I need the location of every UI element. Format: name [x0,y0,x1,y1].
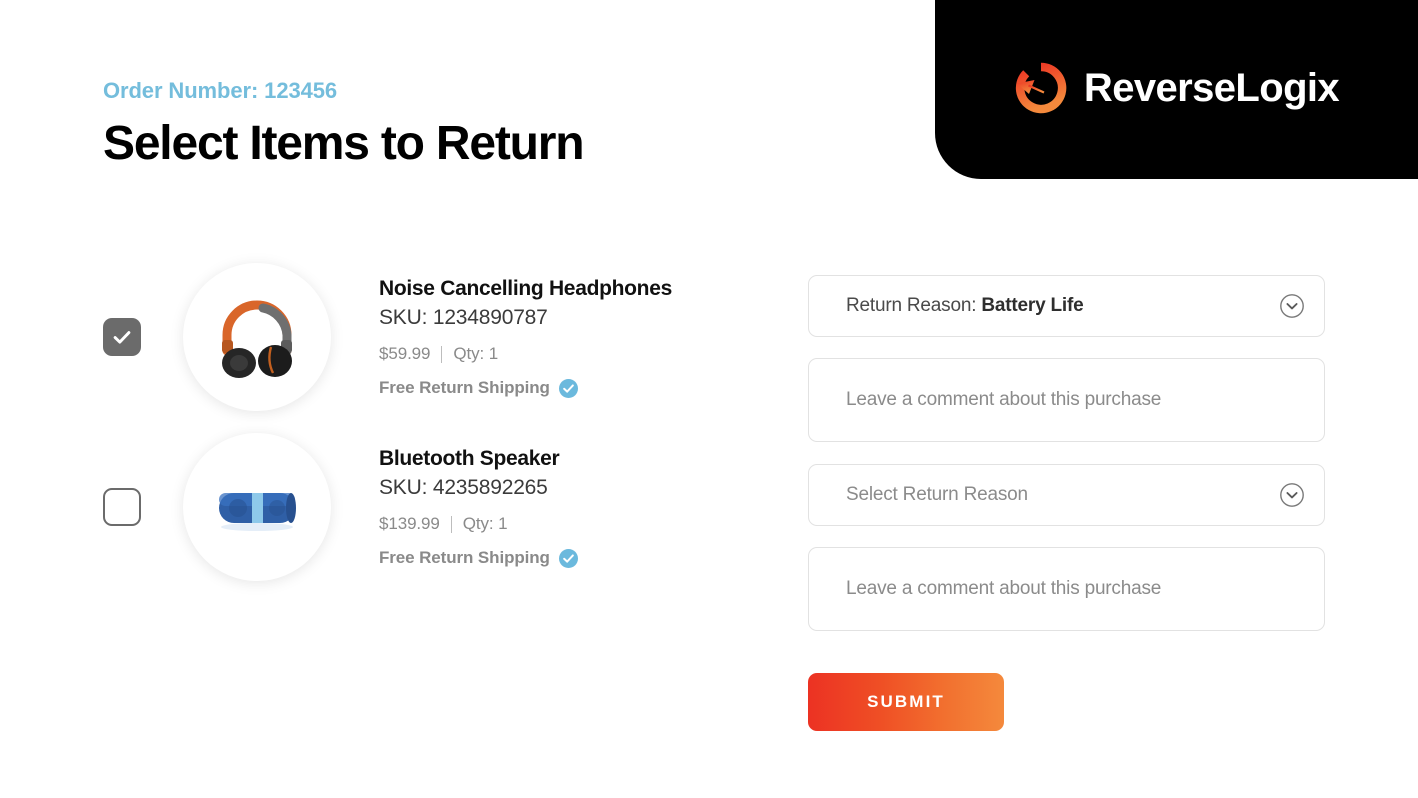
meta-divider [441,345,443,363]
free-return-shipping-0: Free Return Shipping [379,378,672,398]
check-circle-icon [558,548,578,568]
items-list: Noise Cancelling Headphones SKU: 1234890… [103,252,743,592]
return-reason-select-0[interactable]: Return Reason: Battery Life [808,275,1325,337]
comment-input-1[interactable]: Leave a comment about this purchase [808,547,1325,631]
item-sku: SKU: 1234890787 [379,305,548,329]
return-form-group-1: Select Return Reason Leave a comment abo… [808,464,1325,631]
chevron-down-circle-icon[interactable] [1279,482,1305,508]
item-thumbnail-0 [183,263,331,411]
comment-placeholder-1: Leave a comment about this purchase [846,578,1162,599]
item-sku: SKU: 4235892265 [379,475,548,499]
item-info-1: Bluetooth Speaker SKU: 4235892265 $139.9… [379,446,578,569]
item-price: $139.99 [379,514,440,534]
page-title: Select Items to Return [103,117,585,171]
return-reason-placeholder-1: Select Return Reason [846,484,1028,505]
item-qty: Qty: 1 [462,514,508,534]
item-checkbox-0[interactable] [103,318,141,356]
item-meta: $139.99 Qty: 1 [379,513,578,535]
free-return-shipping-1: Free Return Shipping [379,548,578,568]
check-circle-icon [558,378,578,398]
circular-return-arrow-icon [1015,62,1067,113]
item-checkbox-1[interactable] [103,488,141,526]
item-info-0: Noise Cancelling Headphones SKU: 1234890… [379,276,672,399]
comment-input-0[interactable]: Leave a comment about this purchase [808,358,1325,442]
item-row: Noise Cancelling Headphones SKU: 1234890… [103,252,743,422]
bluetooth-speaker-icon [219,493,296,531]
return-reason-selected: Battery Life [981,295,1084,316]
return-form-group-0: Return Reason: Battery Life Leave a comm… [808,275,1325,442]
return-items-page: ReverseLogix Order Number: 123456 Select… [0,0,1418,798]
return-form: Return Reason: Battery Life Leave a comm… [808,275,1325,731]
item-meta: $59.99 Qty: 1 [379,343,672,365]
item-qty: Qty: 1 [453,344,499,364]
chevron-down-circle-icon[interactable] [1279,293,1305,319]
meta-divider [450,515,452,533]
page-header: Order Number: 123456 Select Items to Ret… [103,78,585,171]
item-thumbnail-1 [183,433,331,581]
return-reason-value-0: Return Reason: Battery Life [846,295,1084,317]
return-reason-select-1[interactable]: Select Return Reason [808,464,1325,526]
item-row: Bluetooth Speaker SKU: 4235892265 $139.9… [103,422,743,592]
shipping-label: Free Return Shipping [379,378,550,398]
shipping-label: Free Return Shipping [379,548,550,568]
return-reason-prefix: Return Reason: [846,295,977,316]
headphones-icon [222,300,292,378]
comment-placeholder-0: Leave a comment about this purchase [846,389,1162,410]
checkmark-icon [113,331,131,344]
submit-button[interactable]: SUBMIT [808,673,1004,731]
brand-lockup: ReverseLogix [1014,61,1340,115]
item-price: $59.99 [379,344,431,364]
brand-name: ReverseLogix [1083,65,1340,110]
item-title: Bluetooth Speaker [379,446,560,470]
item-title: Noise Cancelling Headphones [379,276,672,300]
brand-panel: ReverseLogix [935,0,1418,179]
order-number: Order Number: 123456 [103,78,337,103]
